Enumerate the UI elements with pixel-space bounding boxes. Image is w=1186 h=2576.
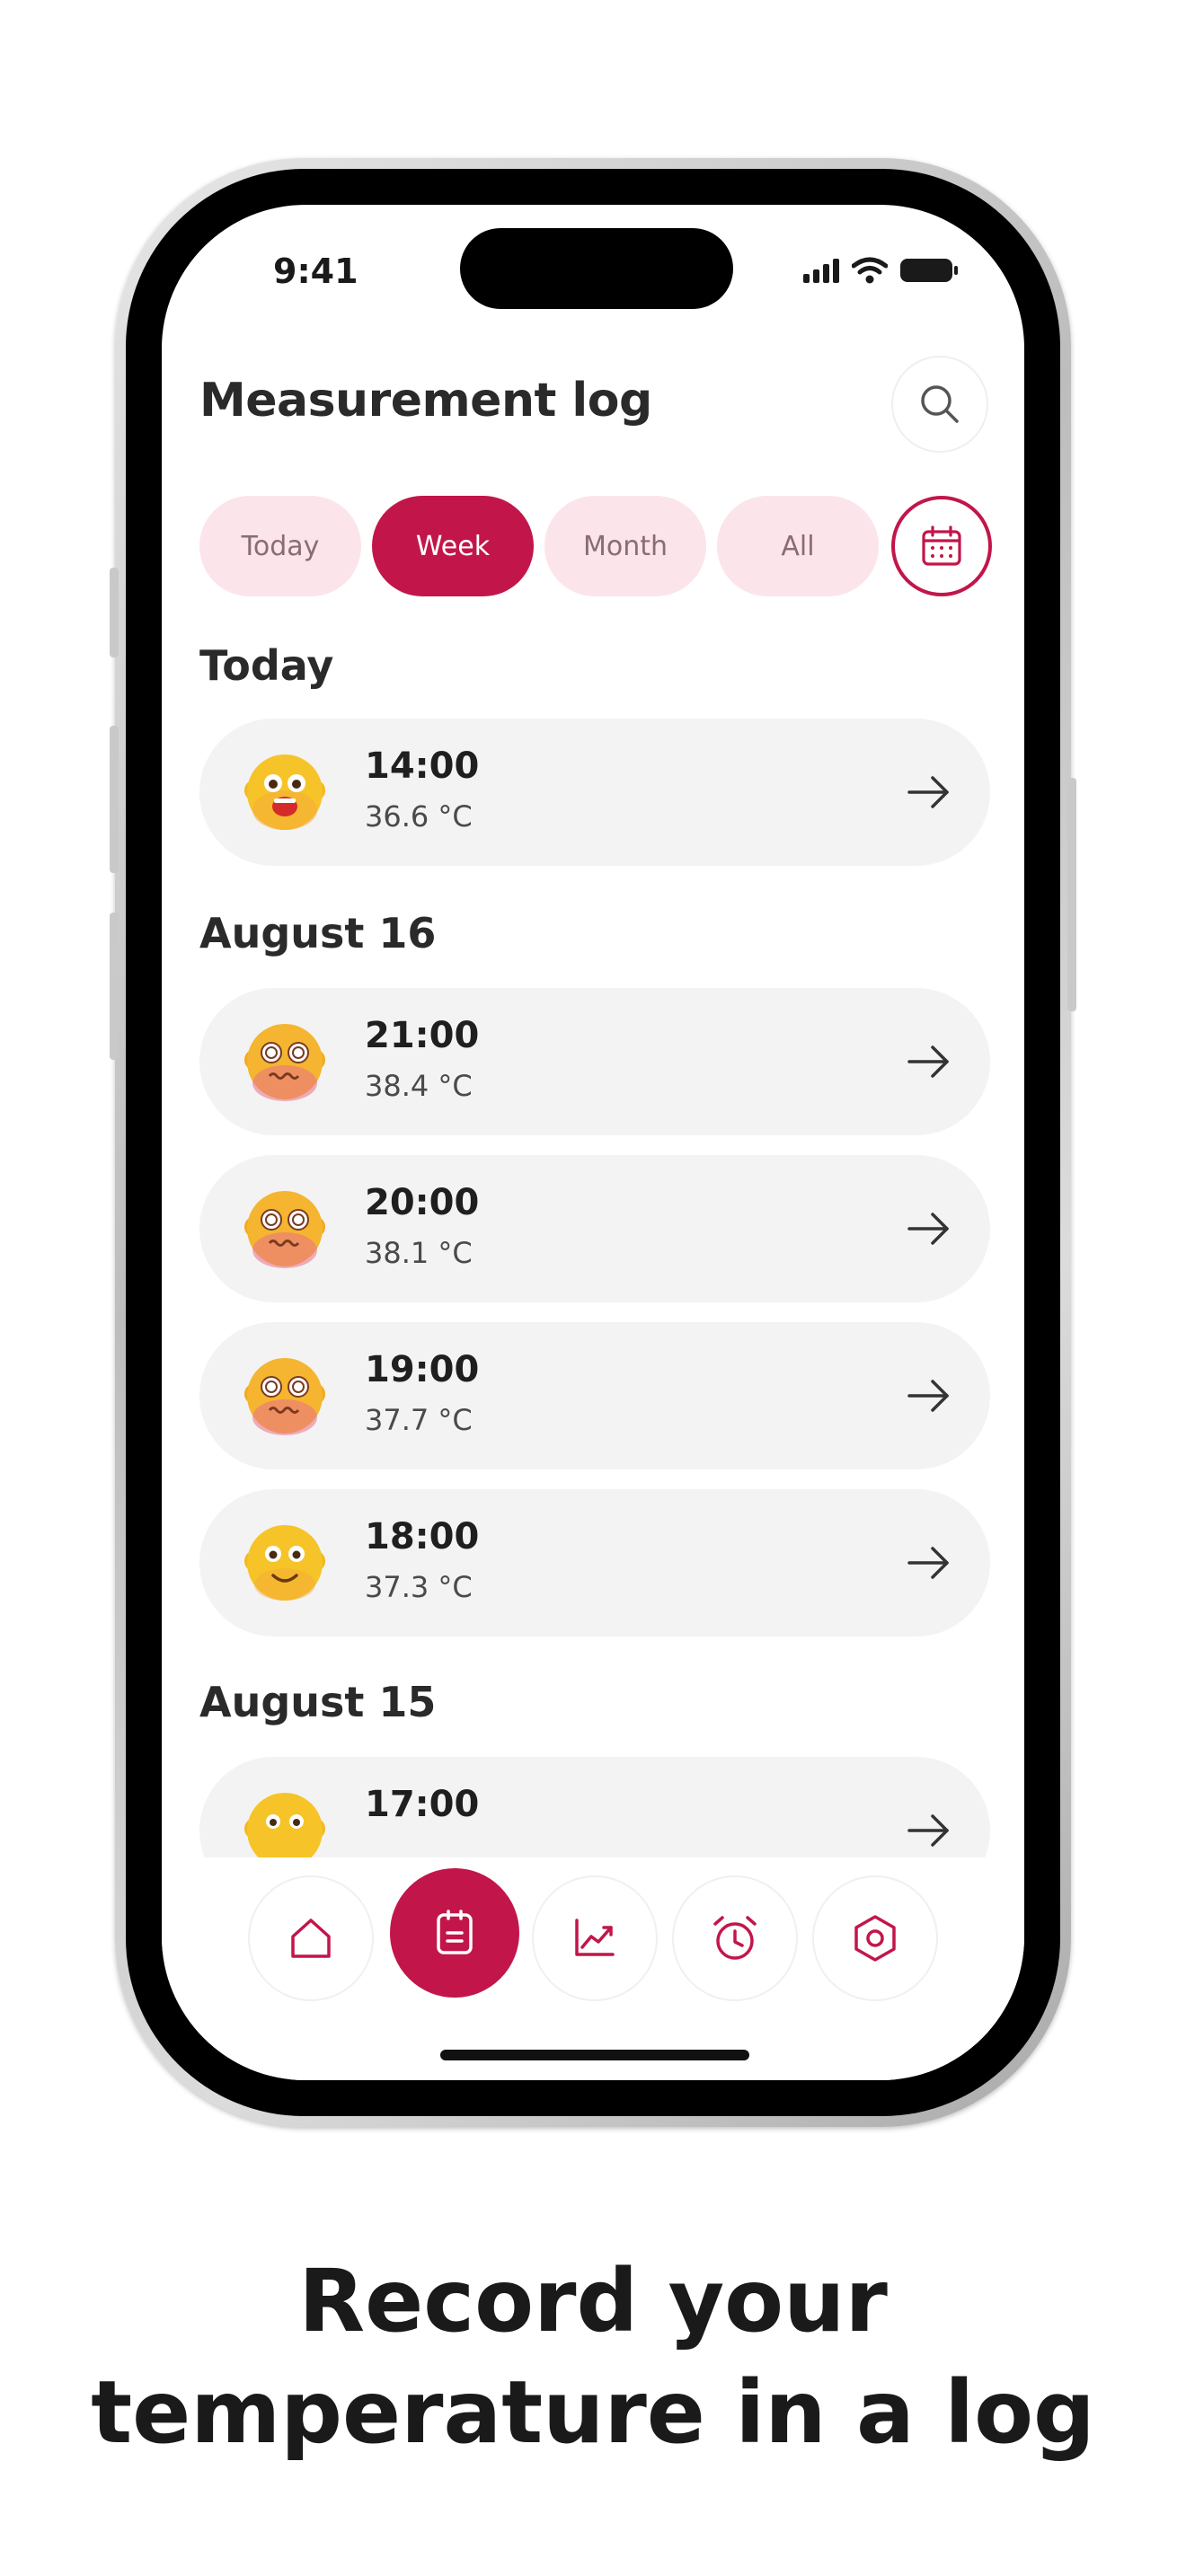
nav-reminders-button[interactable]	[672, 1875, 798, 2001]
log-icon	[437, 1910, 473, 1954]
arrow-right-icon	[907, 1380, 949, 1412]
dizzy-face-emoji-icon	[244, 1191, 325, 1268]
nav-home-button[interactable]	[248, 1875, 374, 2001]
entry-temperature: 36.6 °C	[365, 799, 473, 834]
log-entry[interactable]: 21:00 38.4 °C	[199, 988, 990, 1135]
chart-icon	[575, 1919, 615, 1956]
status-icons	[803, 255, 958, 286]
search-button[interactable]	[891, 356, 988, 453]
phone-side-button	[1067, 778, 1076, 1011]
status-time: 9:41	[273, 251, 358, 291]
calendar-icon	[922, 525, 961, 566]
log-entry[interactable]: 18:00 37.3 °C	[199, 1489, 990, 1636]
entry-time: 20:00	[365, 1182, 480, 1223]
arrow-right-icon	[907, 1213, 949, 1245]
entry-time: 17:00	[365, 1784, 480, 1825]
caption-line-1: Record your	[298, 2251, 888, 2351]
alarm-icon	[713, 1916, 757, 1960]
page-title: Measurement log	[199, 374, 652, 428]
nav-log-button[interactable]	[390, 1868, 519, 1998]
entry-temperature: 38.1 °C	[365, 1236, 473, 1270]
entry-time: 18:00	[365, 1516, 480, 1557]
chip-week[interactable]: Week	[372, 496, 534, 596]
log-entry[interactable]: 14:00 36.6 °C	[199, 719, 990, 866]
entry-temperature: 38.4 °C	[365, 1069, 473, 1103]
entry-temperature: 37.3 °C	[365, 1570, 473, 1604]
settings-icon	[854, 1915, 896, 1962]
signal-icon	[803, 258, 839, 283]
phone-side-button	[110, 726, 119, 873]
entry-time: 19:00	[365, 1349, 480, 1390]
home-icon	[291, 1919, 331, 1958]
phone-side-button	[110, 568, 119, 657]
entry-temperature: 37.7 °C	[365, 1403, 473, 1437]
nav-settings-button[interactable]	[812, 1875, 938, 2001]
section-title: August 16	[199, 909, 437, 957]
log-entry[interactable]: 20:00 38.1 °C	[199, 1155, 990, 1302]
log-entry[interactable]: 19:00 37.7 °C	[199, 1322, 990, 1469]
arrow-right-icon	[907, 776, 949, 808]
wifi-icon	[852, 257, 888, 284]
battery-icon	[900, 259, 958, 282]
chip-month[interactable]: Month	[544, 496, 706, 596]
caption-line-2: temperature in a log	[91, 2362, 1095, 2463]
entry-time: 14:00	[365, 745, 480, 787]
app-screen: 9:41 Measurement log Today Week Month Al…	[162, 205, 1024, 2080]
dizzy-face-emoji-icon	[244, 1358, 325, 1435]
dynamic-island	[460, 228, 733, 309]
marketing-caption: Record your temperature in a log	[0, 2245, 1186, 2468]
phone-side-button	[110, 913, 119, 1060]
happy-face-emoji-icon	[244, 754, 325, 830]
smiling-face-emoji-icon	[244, 1525, 325, 1601]
entry-time: 21:00	[365, 1015, 480, 1056]
section-title: Today	[199, 641, 334, 690]
arrow-right-icon	[907, 1814, 949, 1847]
calendar-button[interactable]	[891, 496, 992, 596]
chip-today[interactable]: Today	[199, 496, 361, 596]
arrow-right-icon	[907, 1045, 949, 1078]
nav-stats-button[interactable]	[532, 1875, 658, 2001]
arrow-right-icon	[907, 1547, 949, 1579]
period-filter: Today Week Month All	[199, 496, 992, 596]
section-title: August 15	[199, 1678, 437, 1726]
dizzy-face-emoji-icon	[244, 1024, 325, 1101]
home-indicator	[440, 2050, 749, 2060]
chip-all[interactable]: All	[717, 496, 879, 596]
search-icon	[921, 385, 959, 423]
